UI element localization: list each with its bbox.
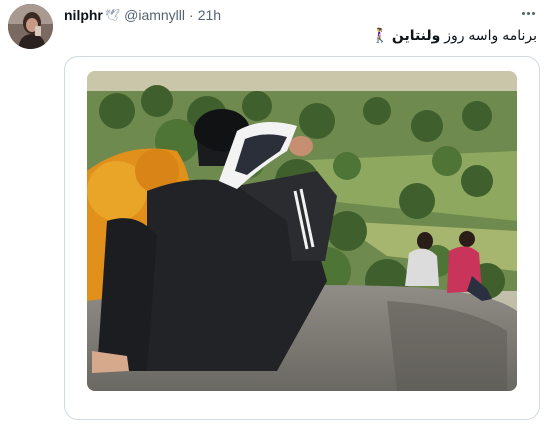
tweet-text: برنامه واسه روز ولنتاین 🚶‍♀️ [371, 27, 537, 44]
tweet-text-part1: برنامه واسه روز [444, 27, 537, 43]
tweet-text-part2: ولنتاین [391, 27, 441, 43]
more-options-icon[interactable] [518, 4, 538, 22]
dove-emoji-icon: 🕊 [104, 8, 121, 22]
avatar[interactable] [8, 4, 53, 49]
tweet-photo[interactable] [87, 71, 517, 391]
user-handle[interactable]: @iamnylll [124, 7, 185, 23]
tweet-header: nilphr 🕊 @iamnylll · 21h [64, 5, 221, 25]
separator-dot: · [189, 7, 194, 23]
walking-person-emoji-icon: 🚶‍♀️ [371, 27, 389, 43]
display-name[interactable]: nilphr [64, 7, 103, 23]
timestamp[interactable]: 21h [198, 7, 221, 23]
